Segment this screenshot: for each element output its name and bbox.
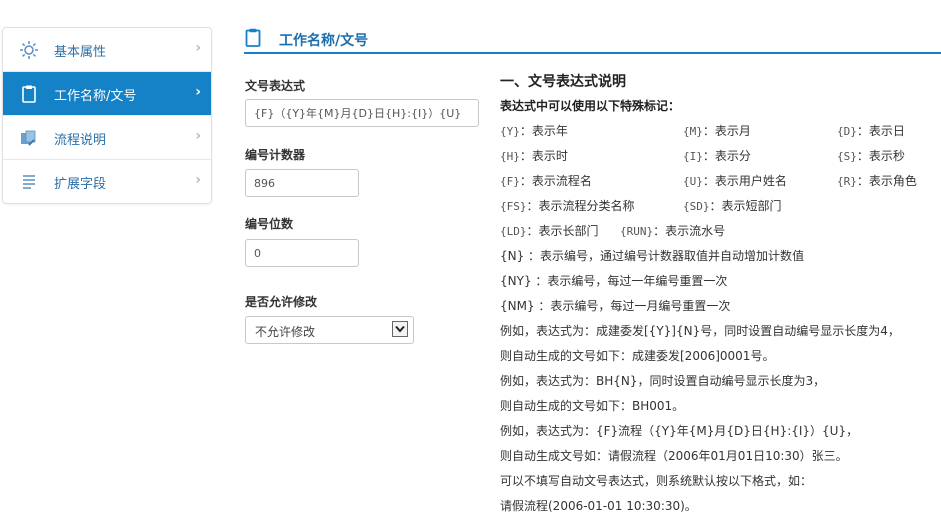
token-desc: ：表示日 xyxy=(856,124,905,138)
help-subtitle: 表达式中可以使用以下特殊标记： xyxy=(500,99,681,113)
help-line: 例如，表达式为：{F}流程（{Y}年{M}月{D}日{H}:{I}）{U}， xyxy=(500,424,859,438)
clipboard-icon xyxy=(245,28,261,47)
sidebar-item-label: 工作名称/文号 xyxy=(54,89,137,104)
token-item: {RUN}：表示流水号 xyxy=(620,222,725,239)
token-code: {F} xyxy=(500,175,520,188)
token-desc: ：表示分 xyxy=(702,149,751,163)
token-item: {M}：表示月 xyxy=(683,122,751,139)
counter-label: 编号计数器 xyxy=(245,148,306,162)
gear-icon xyxy=(19,40,39,60)
token-item: {Y}：表示年 xyxy=(500,122,568,139)
token-item: {LD}：表示长部门 xyxy=(500,222,599,239)
expression-input[interactable] xyxy=(245,99,479,127)
editable-select[interactable]: 不允许修改 xyxy=(245,316,414,344)
token-code: {U} xyxy=(683,175,703,188)
chevron-right-icon: › xyxy=(195,40,201,56)
token-item: {FS}：表示流程分类名称 xyxy=(500,197,635,214)
token-desc: ：表示长部门 xyxy=(526,224,599,238)
page-title: 工作名称/文号 xyxy=(279,33,369,49)
token-desc: ：表示流程名 xyxy=(519,174,592,188)
token-desc: ：表示月 xyxy=(702,124,751,138)
token-item: {F}：表示流程名 xyxy=(500,172,592,189)
clipboard-icon xyxy=(19,84,39,104)
token-code: {H} xyxy=(500,150,520,163)
token-code: {S} xyxy=(837,150,857,163)
token-desc: ：表示用户姓名 xyxy=(702,174,787,188)
sidebar-item-extended-fields[interactable]: 扩展字段 › xyxy=(3,160,211,203)
help-line: {NY} ：表示编号，每过一年编号重置一次 xyxy=(500,274,728,288)
token-desc: ：表示年 xyxy=(519,124,568,138)
sidebar-item-flow-description[interactable]: 流程说明 › xyxy=(3,116,211,160)
token-code: {R} xyxy=(837,175,857,188)
token-code: {Y} xyxy=(500,125,520,138)
chevron-down-icon xyxy=(392,321,408,337)
token-code: {M} xyxy=(683,125,703,138)
digits-label: 编号位数 xyxy=(245,217,294,231)
token-desc: ：表示流程分类名称 xyxy=(526,199,635,213)
help-line: 请假流程(2006-01-01 10:30:30)。 xyxy=(500,499,697,513)
help-line: {N} ：表示编号，通过编号计数器取值并自动增加计数值 xyxy=(500,249,805,263)
help-line: 则自动生成的文号如下：BH001。 xyxy=(500,399,685,413)
sidebar-item-label: 基本属性 xyxy=(54,45,107,60)
token-item: {I}：表示分 xyxy=(683,147,751,164)
chevron-right-icon: › xyxy=(195,84,201,100)
help-line: 例如，表达式为：BH{N}，同时设置自动编号显示长度为3， xyxy=(500,374,826,388)
sidebar-item-label: 流程说明 xyxy=(54,133,107,148)
help-line: 则自动生成的文号如下：成建委发[2006]0001号。 xyxy=(500,349,775,363)
token-item: {SD}：表示短部门 xyxy=(683,197,782,214)
chevron-right-icon: › xyxy=(195,128,201,144)
token-desc: ：表示时 xyxy=(519,149,568,163)
help-line: 可以不填写自动文号表达式，则系统默认按以下格式，如： xyxy=(500,474,813,488)
counter-input[interactable] xyxy=(245,169,359,197)
token-code: {FS} xyxy=(500,200,527,213)
token-item: {D}：表示日 xyxy=(837,122,905,139)
section-header: 工作名称/文号 xyxy=(244,27,941,54)
sidebar-nav: 基本属性 › 工作名称/文号 › 流程说明 › 扩展字段 › xyxy=(2,27,212,204)
help-line: 例如，表达式为：成建委发[{Y}]{N}号，同时设置自动编号显示长度为4， xyxy=(500,324,900,338)
sidebar-item-label: 扩展字段 xyxy=(54,177,107,192)
token-code: {I} xyxy=(683,150,703,163)
editable-label: 是否允许修改 xyxy=(245,295,318,309)
expression-label: 文号表达式 xyxy=(245,79,306,93)
token-desc: ：表示流水号 xyxy=(653,224,726,238)
token-desc: ：表示秒 xyxy=(856,149,905,163)
help-line: {NM} ：表示编号，每过一月编号重置一次 xyxy=(500,299,731,313)
token-item: {R}：表示角色 xyxy=(837,172,917,189)
sidebar-item-basic-properties[interactable]: 基本属性 › xyxy=(3,28,211,72)
token-item: {H}：表示时 xyxy=(500,147,568,164)
chevron-right-icon: › xyxy=(195,172,201,188)
help-line: 则自动生成文号如：请假流程（2006年01月01日10:30）张三。 xyxy=(500,449,848,463)
list-icon xyxy=(19,172,39,192)
token-desc: ：表示短部门 xyxy=(709,199,782,213)
flow-icon xyxy=(19,128,39,148)
sidebar-item-work-name[interactable]: 工作名称/文号 › xyxy=(3,72,211,116)
token-desc: ：表示角色 xyxy=(856,174,917,188)
token-code: {RUN} xyxy=(620,225,654,238)
token-code: {D} xyxy=(837,125,857,138)
help-title: 一、文号表达式说明 xyxy=(500,74,626,90)
token-code: {LD} xyxy=(500,225,527,238)
select-value: 不允许修改 xyxy=(255,325,316,339)
token-item: {S}：表示秒 xyxy=(837,147,905,164)
token-code: {SD} xyxy=(683,200,710,213)
token-item: {U}：表示用户姓名 xyxy=(683,172,787,189)
digits-input[interactable] xyxy=(245,239,359,267)
